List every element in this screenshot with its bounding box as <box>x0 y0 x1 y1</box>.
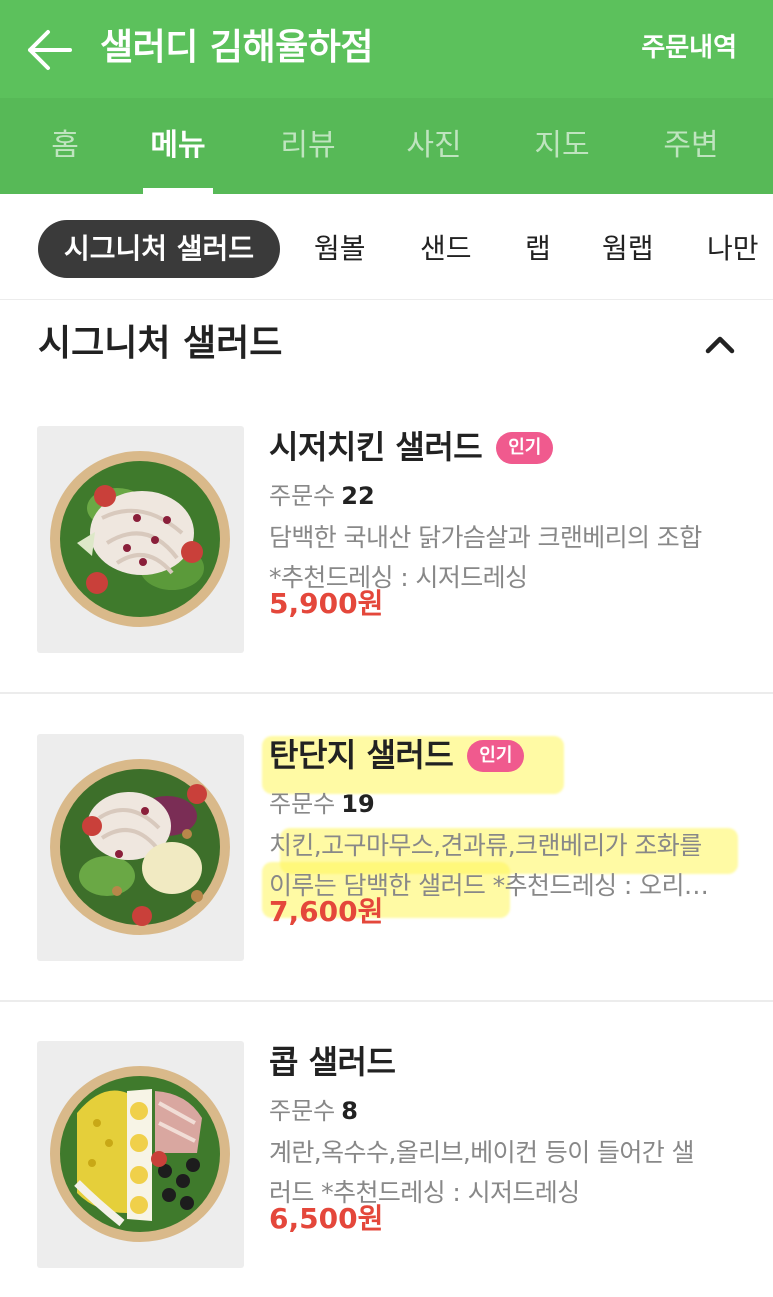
menu-item-name: 시저치킨 샐러드 인기 <box>269 424 554 470</box>
tab-bar: 홈 메뉴 리뷰 사진 지도 주변 <box>0 98 773 194</box>
menu-item[interactable]: 탄단지 샐러드 인기 주문수 19 치킨,고구마무스,견과류,크랜베리가 조화를 이… <box>0 702 773 1008</box>
category-chip-wrap[interactable]: 랩 <box>525 220 551 278</box>
item-divider <box>0 1000 773 1002</box>
menu-item-order-count: 주문수 8 <box>269 1097 358 1125</box>
tab-nearby[interactable]: 주변 <box>653 98 729 194</box>
category-chip-signature-salad[interactable]: 시그니처 샐러드 <box>38 220 281 278</box>
menu-item-name: 탄단지 샐러드 인기 <box>269 732 525 778</box>
menu-item-order-count: 주문수 19 <box>269 790 375 818</box>
section-title: 시그니처 샐러드 <box>38 323 283 364</box>
tab-map[interactable]: 지도 <box>524 98 600 194</box>
section-collapse-button[interactable] <box>703 328 737 362</box>
order-history-link[interactable]: 주문내역 <box>641 30 737 66</box>
menu-item-order-count: 주문수 22 <box>269 482 375 510</box>
popular-badge: 인기 <box>467 740 525 772</box>
tab-menu[interactable]: 메뉴 <box>140 98 216 194</box>
item-divider <box>0 692 773 694</box>
store-title: 샐러디 김해율하점 <box>100 27 374 68</box>
back-arrow-icon <box>28 30 72 70</box>
menu-item-photo <box>37 1041 244 1268</box>
category-chip-warm-bowl[interactable]: 웜볼 <box>314 220 366 278</box>
menu-item-price: 5,900원 <box>269 587 384 620</box>
back-button[interactable] <box>24 26 76 74</box>
tab-reviews[interactable]: 리뷰 <box>270 98 346 194</box>
category-chip-warm-wrap[interactable]: 웜랩 <box>602 220 654 278</box>
chevron-up-icon <box>705 336 735 354</box>
category-chip-bar: 시그니처 샐러드 웜볼 샌드 랩 웜랩 나만 <box>0 194 773 300</box>
menu-item-name: 콥 샐러드 <box>269 1043 396 1081</box>
app-header: 샐러디 김해율하점 주문내역 <box>0 0 773 98</box>
menu-item-photo <box>37 734 244 961</box>
menu-item-price: 6,500원 <box>269 1202 384 1235</box>
menu-item[interactable]: 콥 샐러드 주문수 8 계란,옥수수,올리브,베이컨 등이 들어간 샐 러드 *추… <box>0 1009 773 1297</box>
popular-badge: 인기 <box>496 432 554 464</box>
category-chip-sandwich[interactable]: 샌드 <box>420 220 472 278</box>
tab-home[interactable]: 홈 <box>36 98 94 194</box>
menu-item-price: 7,600원 <box>269 895 384 928</box>
menu-item[interactable]: 시저치킨 샐러드 인기 주문수 22 담백한 국내산 닭가슴살과 크랜베리의 조합 … <box>0 394 773 700</box>
category-chip-more[interactable]: 나만 <box>707 220 759 278</box>
menu-item-photo <box>37 426 244 653</box>
tab-photos[interactable]: 사진 <box>396 98 472 194</box>
